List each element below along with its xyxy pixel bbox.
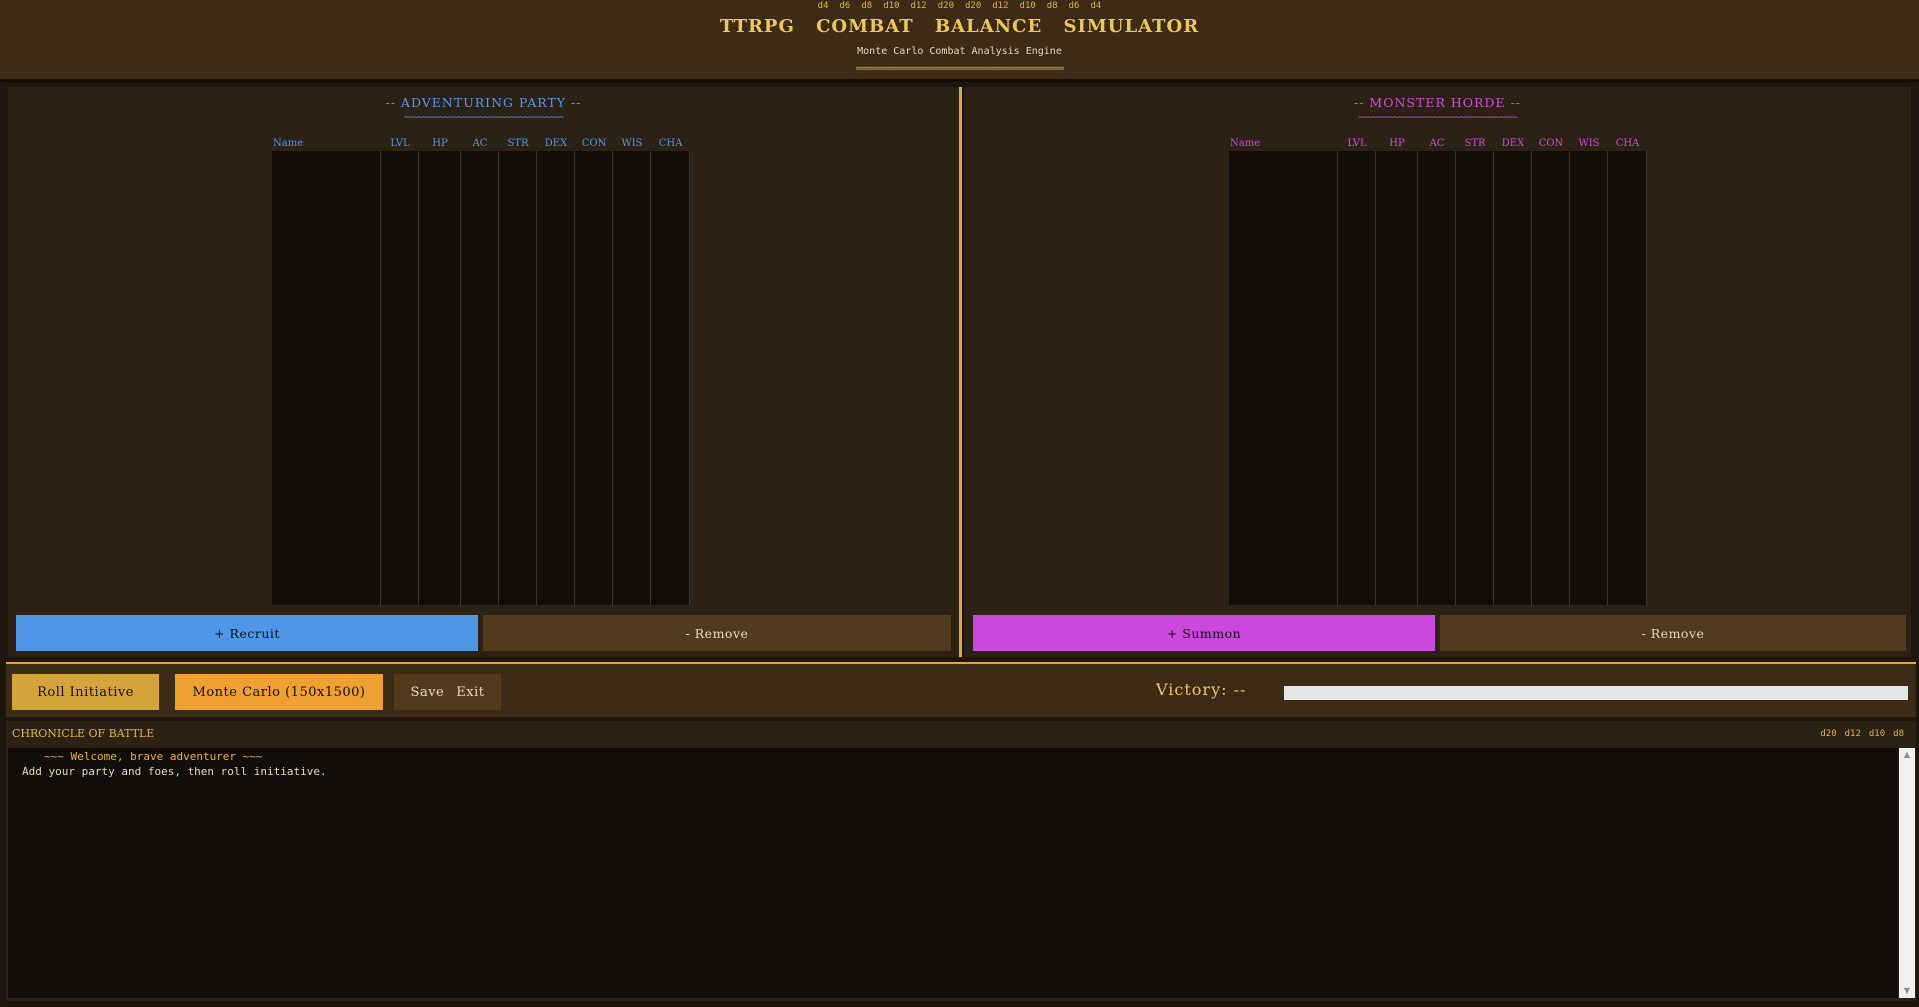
die-label: d20 xyxy=(937,1,954,11)
log-title: CHRONICLE OF BATTLE xyxy=(12,727,155,740)
app-subtitle: Monte Carlo Combat Analysis Engine xyxy=(857,46,1062,57)
column-header-name[interactable]: Name xyxy=(272,137,381,151)
battle-log-panel: CHRONICLE OF BATTLE d20 d12 d10 d8 ~~~ W… xyxy=(6,721,1916,1001)
log-welcome-line: ~~~ Welcome, brave adventurer ~~~ xyxy=(44,750,263,763)
log-dice-row: d20 d12 d10 d8 xyxy=(1820,729,1904,739)
party-squiggle: ~~~~~~~~~~~~~~~~~~~~~~~~~~~~~~~~~~~~ xyxy=(403,113,564,123)
column-header-wis[interactable]: WIS xyxy=(613,137,651,151)
table-column xyxy=(381,151,419,605)
die-label: d12 xyxy=(910,1,927,11)
column-header-cha[interactable]: CHA xyxy=(1608,137,1647,151)
column-header-ac[interactable]: AC xyxy=(1418,137,1456,151)
column-header-name[interactable]: Name xyxy=(1229,137,1338,151)
column-header-str[interactable]: STR xyxy=(499,137,537,151)
recruit-button[interactable]: + Recruit xyxy=(16,615,478,651)
table-column xyxy=(1338,151,1376,605)
battle-log-text[interactable]: ~~~ Welcome, brave adventurer ~~~ Add yo… xyxy=(8,748,1898,998)
die-label: d8 xyxy=(861,1,873,11)
die-label: d12 xyxy=(1844,729,1861,739)
table-column xyxy=(272,151,381,605)
monte-carlo-button[interactable]: Monte Carlo (150x1500) xyxy=(175,674,383,710)
table-column xyxy=(1418,151,1456,605)
column-header-con[interactable]: CON xyxy=(575,137,613,151)
roll-initiative-button[interactable]: Roll Initiative xyxy=(12,674,159,710)
party-roster-body[interactable] xyxy=(272,151,690,605)
horde-panel: -- MONSTER HORDE -- ~~~~~~~~~~~~~~~~~~~~… xyxy=(964,87,1911,657)
table-column xyxy=(1608,151,1647,605)
horde-roster-body[interactable] xyxy=(1229,151,1647,605)
table-column xyxy=(1494,151,1532,605)
die-label: d4 xyxy=(817,1,829,11)
column-header-hp[interactable]: HP xyxy=(419,137,461,151)
column-header-dex[interactable]: DEX xyxy=(537,137,575,151)
horde-squiggle: ~~~~~~~~~~~~~~~~~~~~~~~~~~~~~~~~~~~~ xyxy=(1357,113,1518,123)
die-label: d8 xyxy=(1893,729,1904,739)
scroll-down-icon[interactable]: ▼ xyxy=(1899,984,1915,998)
table-column xyxy=(537,151,575,605)
victory-progress-bar xyxy=(1284,686,1908,700)
die-label: d10 xyxy=(1868,729,1886,739)
table-column xyxy=(1532,151,1570,605)
save-exit-group: Save Exit xyxy=(394,674,501,710)
die-label: d8 xyxy=(1046,1,1058,11)
table-column xyxy=(1570,151,1608,605)
scroll-up-icon[interactable]: ▲ xyxy=(1899,748,1915,762)
table-column xyxy=(575,151,613,605)
die-label: d6 xyxy=(839,1,851,11)
party-roster-header: Name LVL HP AC STR DEX CON WIS CHA xyxy=(272,137,690,151)
log-scrollbar[interactable]: ▲ ▼ xyxy=(1899,748,1915,998)
table-column xyxy=(1229,151,1338,605)
table-column xyxy=(419,151,461,605)
exit-button[interactable]: Exit xyxy=(456,685,484,700)
table-column xyxy=(499,151,537,605)
column-header-lvl[interactable]: LVL xyxy=(1338,137,1376,151)
table-column xyxy=(613,151,651,605)
party-roster-table[interactable]: Name LVL HP AC STR DEX CON WIS CHA xyxy=(272,137,690,607)
table-column xyxy=(1376,151,1418,605)
column-header-cha[interactable]: CHA xyxy=(651,137,690,151)
column-header-wis[interactable]: WIS xyxy=(1570,137,1608,151)
column-header-str[interactable]: STR xyxy=(1456,137,1494,151)
die-label: d20 xyxy=(965,1,982,11)
column-header-dex[interactable]: DEX xyxy=(1494,137,1532,151)
app-title: TTRPG COMBAT BALANCE SIMULATOR xyxy=(719,16,1200,37)
control-bar: Roll Initiative Monte Carlo (150x1500) S… xyxy=(6,662,1916,717)
die-label: d4 xyxy=(1090,1,1102,11)
panel-divider xyxy=(959,87,962,657)
die-label: d10 xyxy=(1019,1,1036,11)
column-header-con[interactable]: CON xyxy=(1532,137,1570,151)
header-dice-row: d4 d6 d8 d10 d12 d20 d20 d12 d10 d8 d6 d… xyxy=(0,1,1919,11)
summon-button[interactable]: + Summon xyxy=(973,615,1435,651)
app-header: d4 d6 d8 d10 d12 d20 d20 d12 d10 d8 d6 d… xyxy=(0,0,1919,82)
table-column xyxy=(1456,151,1494,605)
party-panel: -- ADVENTURING PARTY -- ~~~~~~~~~~~~~~~~… xyxy=(8,87,959,657)
horde-roster-table[interactable]: Name LVL HP AC STR DEX CON WIS CHA xyxy=(1229,137,1647,607)
horde-panel-title: -- MONSTER HORDE -- xyxy=(1354,95,1521,110)
die-label: d6 xyxy=(1068,1,1080,11)
party-panel-title: -- ADVENTURING PARTY -- xyxy=(385,95,582,110)
log-line: Add your party and foes, then roll initi… xyxy=(22,765,327,778)
die-label: d12 xyxy=(992,1,1009,11)
horde-roster-header: Name LVL HP AC STR DEX CON WIS CHA xyxy=(1229,137,1647,151)
table-column xyxy=(461,151,499,605)
column-header-ac[interactable]: AC xyxy=(461,137,499,151)
victory-label: Victory: -- xyxy=(1156,680,1247,699)
die-label: d10 xyxy=(883,1,900,11)
table-column xyxy=(651,151,690,605)
column-header-hp[interactable]: HP xyxy=(1376,137,1418,151)
header-rule: ========================================… xyxy=(855,64,1065,74)
save-button[interactable]: Save xyxy=(411,685,445,700)
die-label: d20 xyxy=(1820,729,1837,739)
column-header-lvl[interactable]: LVL xyxy=(381,137,419,151)
remove-monster-button[interactable]: - Remove xyxy=(1440,615,1906,651)
remove-party-member-button[interactable]: - Remove xyxy=(483,615,951,651)
